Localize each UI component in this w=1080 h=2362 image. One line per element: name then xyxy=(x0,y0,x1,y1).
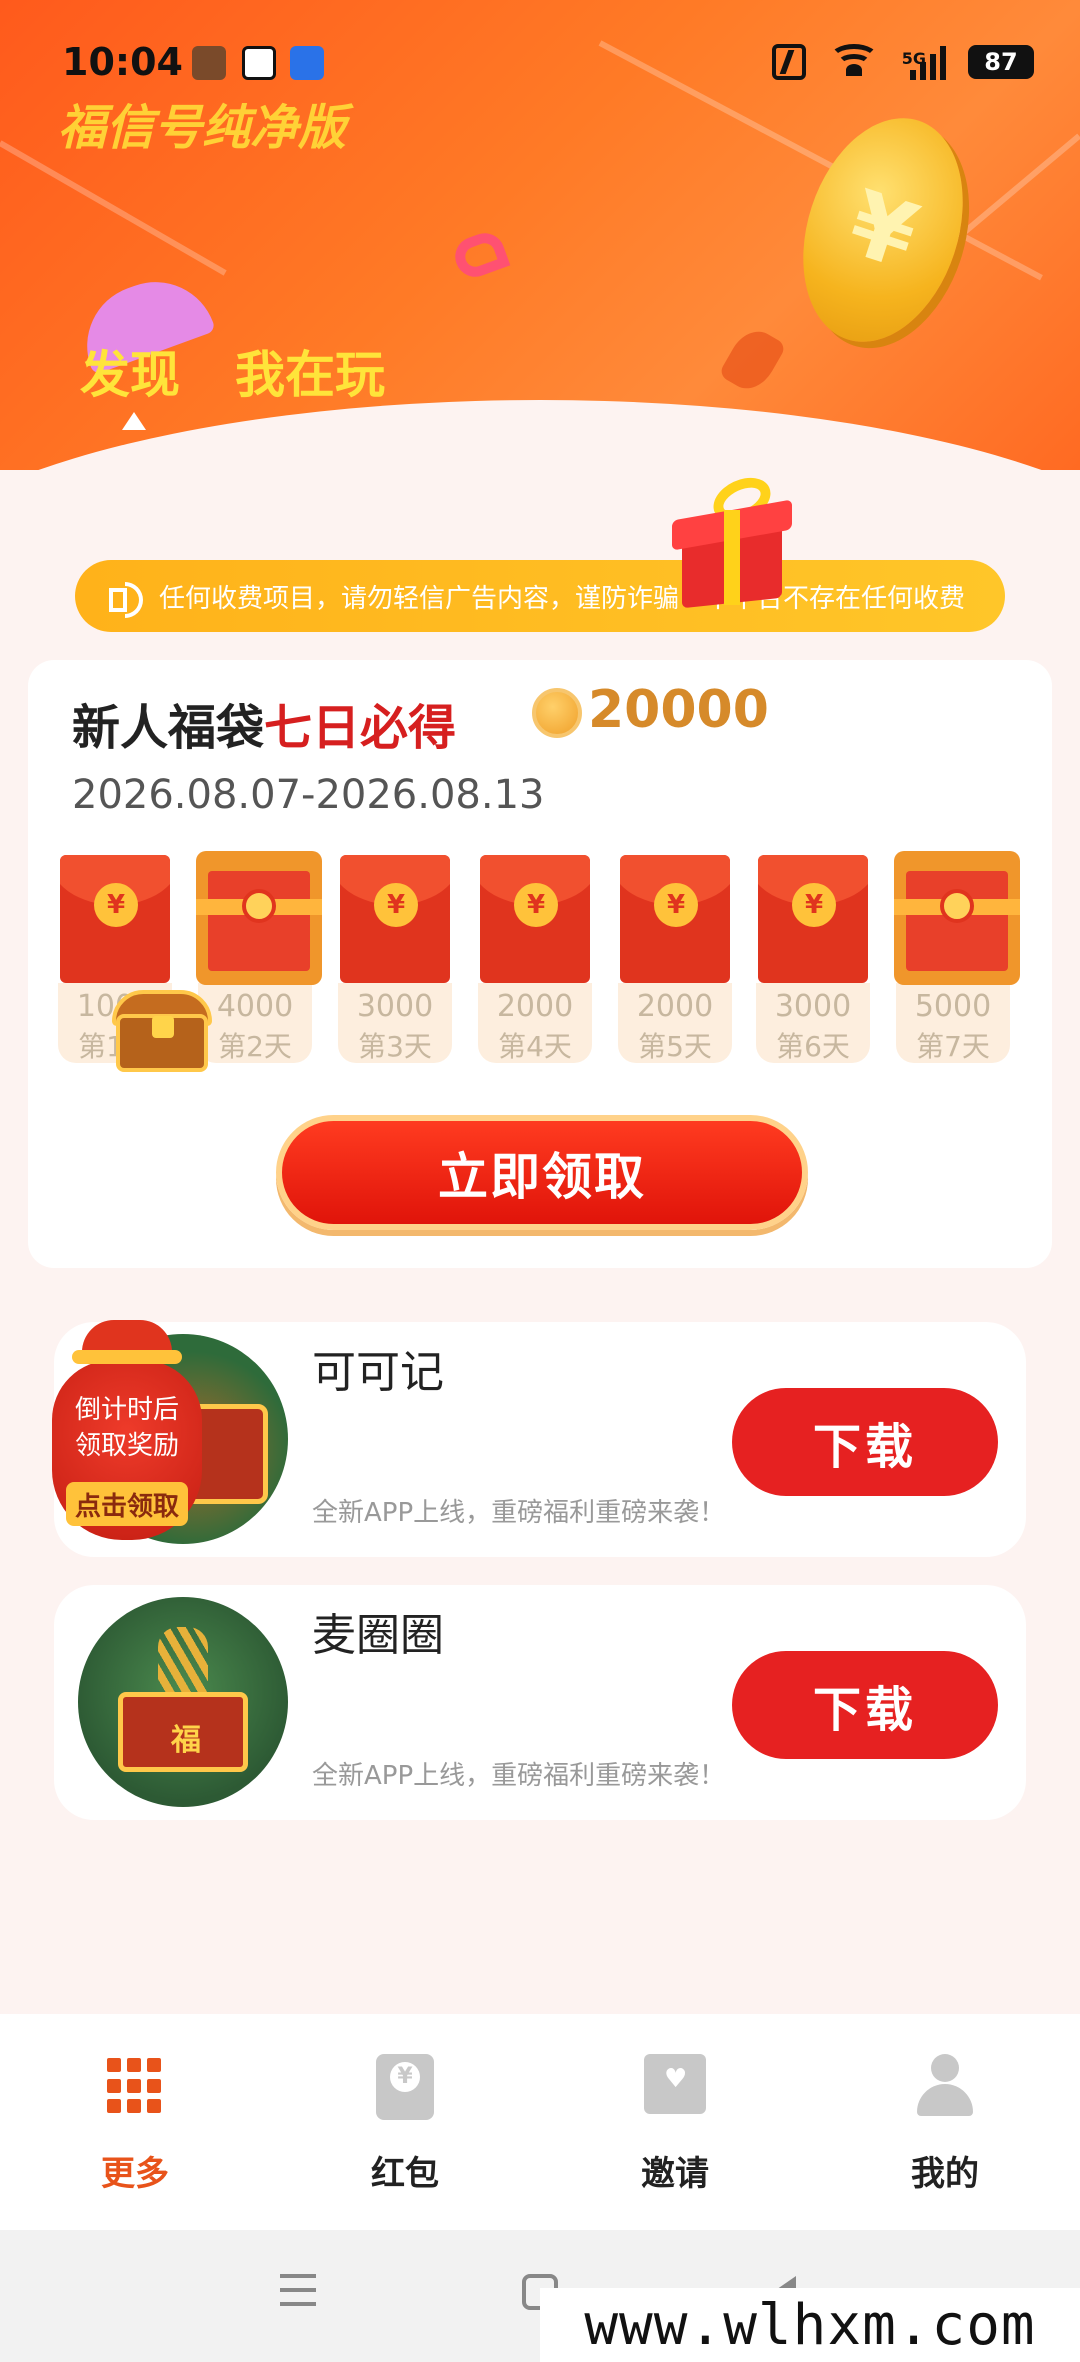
ribbon-decor xyxy=(449,227,511,283)
day-amount: 2000 xyxy=(496,989,574,1024)
leaf-decor xyxy=(718,322,787,398)
profile-icon xyxy=(913,2054,977,2118)
day-amount: 4000 xyxy=(216,989,294,1024)
newcomer-welfare-card: 新人福袋七日必得 20000 2026.08.07-2026.08.13 ¥ 1… xyxy=(28,660,1052,1268)
decor-streak xyxy=(0,140,227,276)
day-amount: 2000 xyxy=(636,989,714,1024)
speaker-icon xyxy=(105,576,145,618)
nav-label: 邀请 xyxy=(641,2154,709,2194)
day-label: 第7天 xyxy=(916,1030,990,1063)
day-label: 第2天 xyxy=(218,1030,292,1063)
top-tabs: 发现 我在玩 xyxy=(80,335,385,407)
invite-mail-icon xyxy=(644,2054,706,2114)
menu-icon[interactable] xyxy=(280,2274,316,2316)
status-bar: 10:04 5G 87 xyxy=(0,0,1080,120)
tab-indicator xyxy=(122,412,146,430)
bottom-nav: 更多 红包 邀请 我的 xyxy=(0,2014,1080,2230)
badge-line1: 倒计时后 xyxy=(74,1395,179,1425)
countdown-reward-badge[interactable]: 倒计时后领取奖励 点击领取 xyxy=(52,1320,202,1545)
nfc-icon xyxy=(771,44,806,80)
qq-icon xyxy=(242,46,276,80)
app-name: 麦圈圈 xyxy=(312,1610,444,1661)
battery-icon: 87 xyxy=(968,45,1034,79)
header-banner: ¥ 福信号纯净版 10:04 5G 87 发现 我在玩 xyxy=(0,0,1080,470)
game-app-icon xyxy=(192,46,226,80)
watermark: www.wlhxm.com xyxy=(540,2288,1080,2362)
nav-label: 我的 xyxy=(911,2154,979,2194)
download-button[interactable]: 下载 xyxy=(732,1651,998,1759)
header-wave xyxy=(0,400,1080,470)
wifi-icon xyxy=(828,44,880,80)
claim-now-label: 立即领取 xyxy=(438,1147,646,1206)
app-description: 全新APP上线，重磅福利重磅来袭！ xyxy=(312,1761,726,1791)
day-amount: 5000 xyxy=(914,989,992,1024)
download-label: 下载 xyxy=(812,1682,917,1738)
treasure-chest-icon xyxy=(112,986,216,1076)
red-envelope-icon: ¥ xyxy=(758,855,868,983)
app-description: 全新APP上线，重磅福利重磅来袭！ xyxy=(312,1498,726,1528)
app-name: 可可记 xyxy=(312,1347,444,1398)
badge-claim-button[interactable]: 点击领取 xyxy=(66,1482,188,1526)
notice-text: 任何收费项目，请勿轻信广告内容，谨防诈骗！本平台不存在任何收费 xyxy=(159,583,966,614)
badge-line2: 领取奖励 xyxy=(74,1431,179,1461)
red-envelope-icon: ¥ xyxy=(480,855,590,983)
coin-icon xyxy=(532,688,582,738)
notice-bar[interactable]: 任何收费项目，请勿轻信广告内容，谨防诈骗！本平台不存在任何收费 xyxy=(75,560,1005,632)
red-envelope-icon xyxy=(376,2054,434,2120)
day-label: 第3天 xyxy=(358,1030,432,1063)
nav-label: 红包 xyxy=(371,2154,439,2194)
nav-item-profile[interactable]: 我的 xyxy=(810,2014,1080,2230)
welfare-title-part1: 新人福袋 xyxy=(72,700,265,756)
tab-discover[interactable]: 发现 xyxy=(80,335,180,407)
coin-decor: ¥ xyxy=(776,97,990,363)
day-label: 第4天 xyxy=(498,1030,572,1063)
reward-chest-icon xyxy=(894,851,1020,985)
welfare-title: 新人福袋七日必得 xyxy=(72,688,456,758)
welfare-date-range: 2026.08.07-2026.08.13 xyxy=(72,772,545,818)
nav-item-more[interactable]: 更多 xyxy=(0,2014,270,2230)
nav-label: 更多 xyxy=(101,2154,169,2194)
day-amount: 3000 xyxy=(356,989,434,1024)
app-card[interactable]: 福 麦圈圈 全新APP上线，重磅福利重磅来袭！ 下载 xyxy=(54,1585,1026,1820)
download-button[interactable]: 下载 xyxy=(732,1388,998,1496)
tab-playing[interactable]: 我在玩 xyxy=(235,335,385,407)
watermark-text: www.wlhxm.com xyxy=(584,2292,1036,2358)
reward-chest-icon xyxy=(196,851,322,985)
nav-item-red-envelope[interactable]: 红包 xyxy=(270,2014,540,2230)
nav-item-invite[interactable]: 邀请 xyxy=(540,2014,810,2230)
grid-icon xyxy=(103,2054,167,2118)
red-envelope-icon: ¥ xyxy=(620,855,730,983)
red-envelope-icon: ¥ xyxy=(60,855,170,983)
day-amount: 3000 xyxy=(774,989,852,1024)
app-icon-maiquanquan[interactable]: 福 xyxy=(78,1597,288,1807)
network-type: 5G xyxy=(901,49,926,68)
download-label: 下载 xyxy=(812,1419,917,1475)
welfare-title-part2: 七日必得 xyxy=(264,700,457,756)
day-label: 第5天 xyxy=(638,1030,712,1063)
status-time: 10:04 xyxy=(62,40,183,84)
day-label: 第6天 xyxy=(776,1030,850,1063)
welfare-coin-amount: 20000 xyxy=(588,680,769,740)
claim-now-button[interactable]: 立即领取 xyxy=(276,1115,808,1230)
gift-box-icon xyxy=(672,469,792,609)
red-envelope-icon: ¥ xyxy=(340,855,450,983)
pinwheel-app-icon xyxy=(290,46,324,80)
